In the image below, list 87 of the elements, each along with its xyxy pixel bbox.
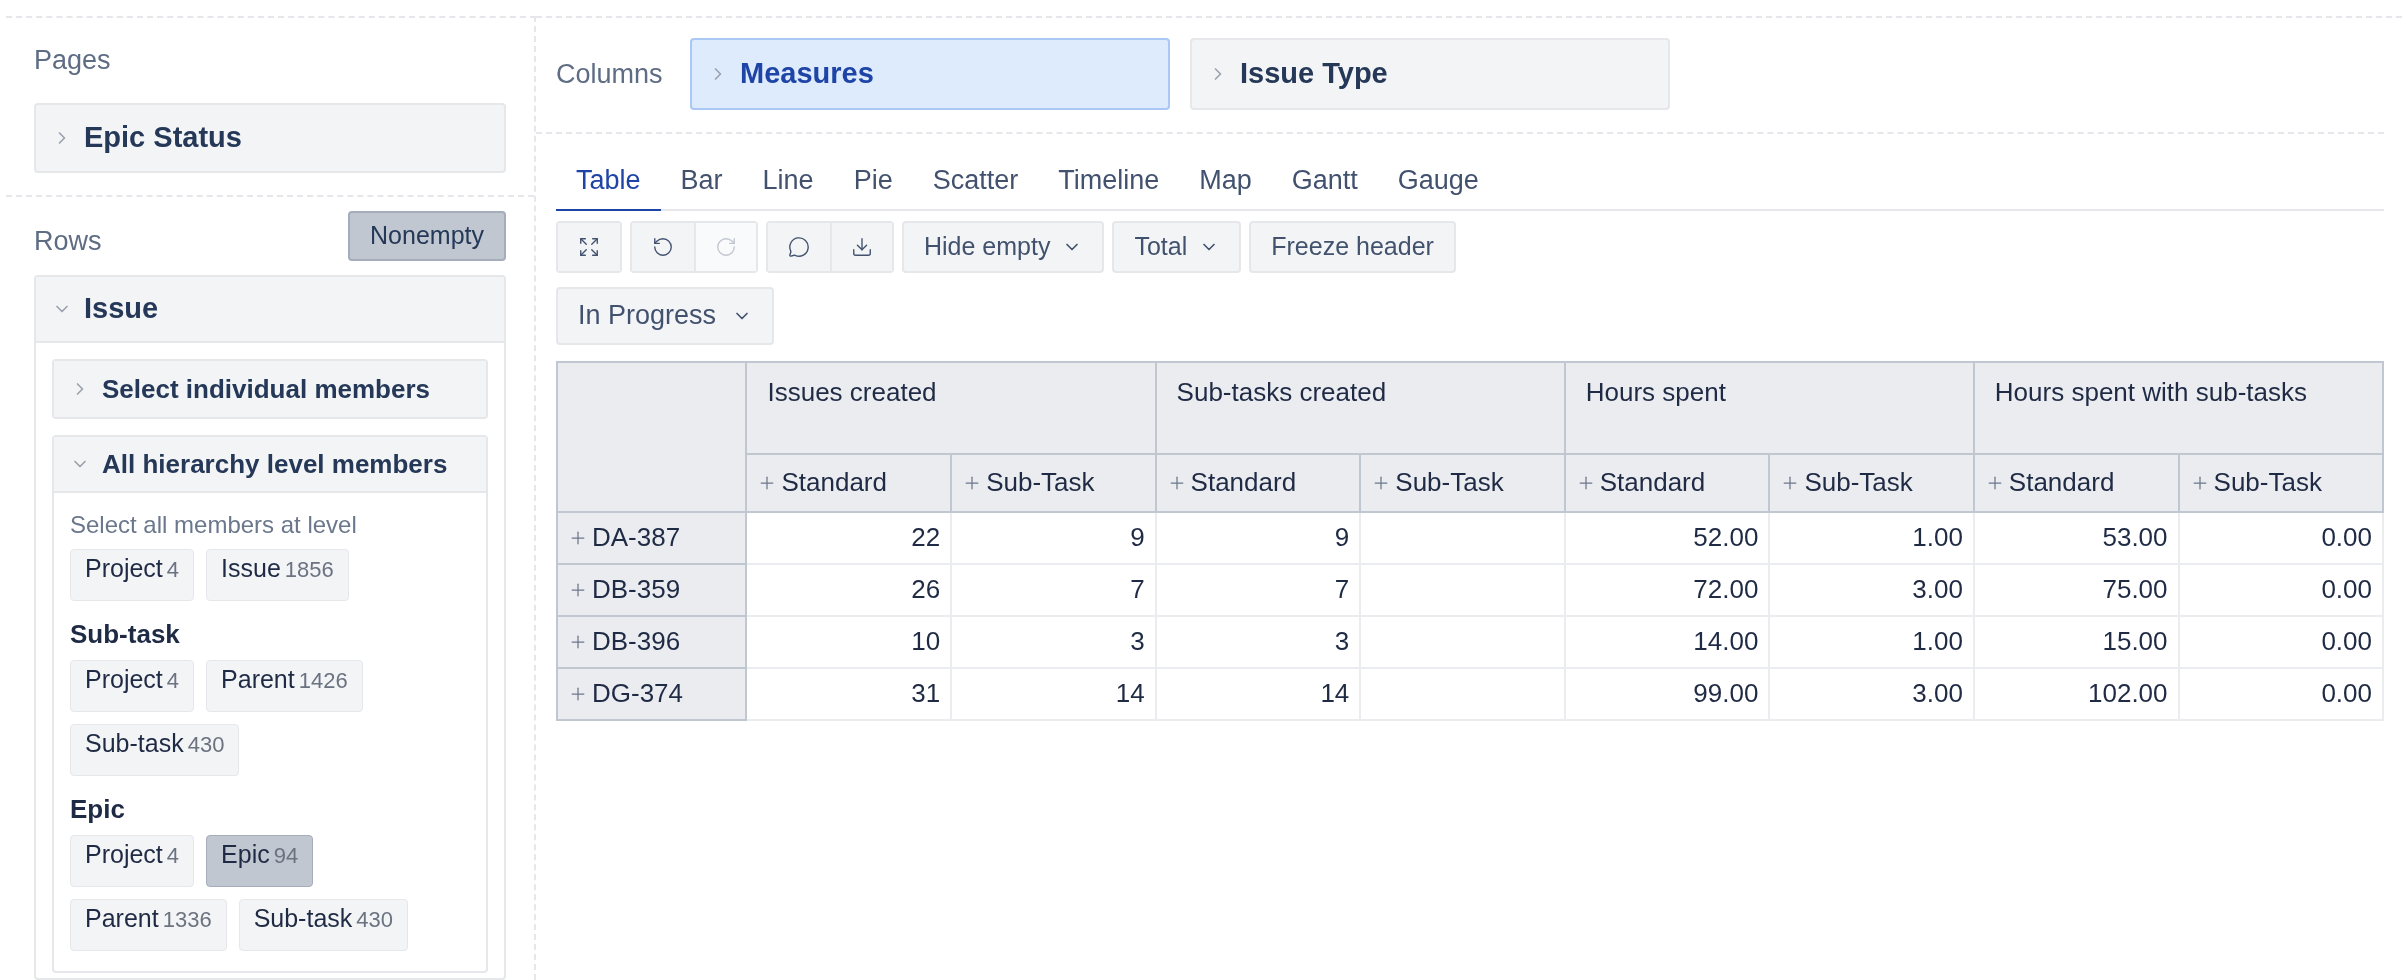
column-header[interactable]: Standard [746,453,952,512]
row-header[interactable]: DB-396 [557,615,747,668]
column-header[interactable]: Standard [1155,453,1361,512]
speech-bubble-icon [788,235,810,258]
undo-icon [652,235,674,258]
table-cell: 3 [1334,626,1350,656]
table-cell: 15.00 [2102,626,2168,656]
table-cell: 14 [1320,678,1350,708]
status-filter-dropdown[interactable]: In Progress [556,286,775,345]
table-cell: 7 [1130,574,1145,604]
level-chip[interactable]: Parent 1426 [206,660,363,712]
column-group-header: Hours spent [1564,361,1974,454]
section-header[interactable]: All hierarchy level members [54,437,486,493]
toolbar-icon-button[interactable] [768,222,830,271]
column-header[interactable]: Sub-Task [1360,453,1565,512]
table-cell: 9 [1334,522,1350,552]
level-chip[interactable]: Sub-task 430 [70,724,240,776]
table-cell: 14.00 [1693,626,1759,656]
table-cell: 26 [911,574,941,604]
table-cell: 0.00 [2321,678,2372,708]
table-cell: 52.00 [1693,522,1759,552]
column-group-header: Hours spent with sub-tasks [1973,361,2383,454]
chart-tab[interactable]: Bar [660,160,743,211]
table-cell: 1.00 [1912,522,1963,552]
level-hint: Select all members at level [70,510,357,540]
page-filter-item[interactable]: Epic Status [34,102,506,173]
row-header[interactable]: DG-374 [557,667,747,720]
table-cell: 0.00 [2321,522,2372,552]
row-header[interactable]: DB-359 [557,563,747,616]
column-header[interactable]: Sub-Task [1769,453,1974,512]
nonempty-toggle[interactable]: Nonempty [348,210,506,261]
chart-tab[interactable]: Gauge [1377,160,1499,211]
dimension-header[interactable]: Issue [36,277,504,343]
chart-tab[interactable]: Pie [833,160,913,211]
table-cell: 0.00 [2321,574,2372,604]
section-title: Rows [34,224,102,258]
table-cell: 0.00 [2321,626,2372,656]
table-cell: 72.00 [1693,574,1759,604]
redo-icon [715,235,737,258]
column-dimension[interactable]: Issue Type [1190,38,1670,110]
column-header[interactable]: Sub-Task [2178,453,2383,512]
download-icon [851,235,873,258]
chart-tab[interactable]: Gantt [1271,160,1378,211]
chart-tab[interactable]: Scatter [912,160,1039,211]
column-header[interactable]: Standard [1973,453,2179,512]
section-header[interactable]: Select individual members [54,361,486,417]
chart-tab[interactable]: Timeline [1038,160,1180,211]
column-group-header: Issues created [746,361,1156,454]
column-group-header: Sub-tasks created [1155,361,1565,454]
column-header[interactable]: Standard [1564,453,1770,512]
dropdown-button[interactable]: Hide empty [902,220,1105,273]
table-cell: 102.00 [2088,678,2168,708]
table-cell: 1.00 [1912,626,1963,656]
level-chip[interactable]: Sub-task 430 [238,899,408,951]
section-title: Pages [34,44,111,77]
table-cell: 7 [1334,574,1350,604]
table-cell: 53.00 [2102,522,2168,552]
toolbar-icon-button[interactable] [830,222,892,271]
column-header[interactable]: Sub-Task [951,453,1156,512]
table-cell: 3.00 [1912,574,1963,604]
table-cell: 31 [911,678,941,708]
group-title: Sub-task [70,618,180,651]
toolbar-button[interactable]: Freeze header [1249,220,1456,273]
level-chip[interactable]: Project 4 [70,660,195,712]
level-chip[interactable]: Parent 1336 [70,899,227,951]
toolbar-icon-button[interactable] [632,222,694,271]
table-cell: 75.00 [2102,574,2168,604]
level-chip[interactable]: Project 4 [70,549,195,601]
table-cell: 10 [911,626,941,656]
level-chip[interactable]: Project 4 [70,835,195,887]
level-chip[interactable]: Issue 1856 [206,549,349,601]
table-cell: 9 [1130,522,1145,552]
dropdown-button[interactable]: Total [1112,220,1242,273]
table-cell: 22 [911,522,941,552]
table-cell: 3 [1130,626,1145,656]
expand-icon [578,235,600,258]
table-cell: 99.00 [1693,678,1759,708]
level-chip[interactable]: Epic 94 [206,835,314,887]
column-dimension[interactable]: Measures [690,38,1170,110]
chart-tab[interactable]: Line [742,160,834,211]
table-cell: 3.00 [1912,678,1963,708]
row-header[interactable]: DA-387 [557,511,747,564]
table-cell: 14 [1115,678,1145,708]
section-title: Columns [556,58,664,91]
chart-tab[interactable]: Table [556,160,661,211]
chart-tab[interactable]: Map [1179,160,1272,211]
group-title: Epic [70,793,125,826]
